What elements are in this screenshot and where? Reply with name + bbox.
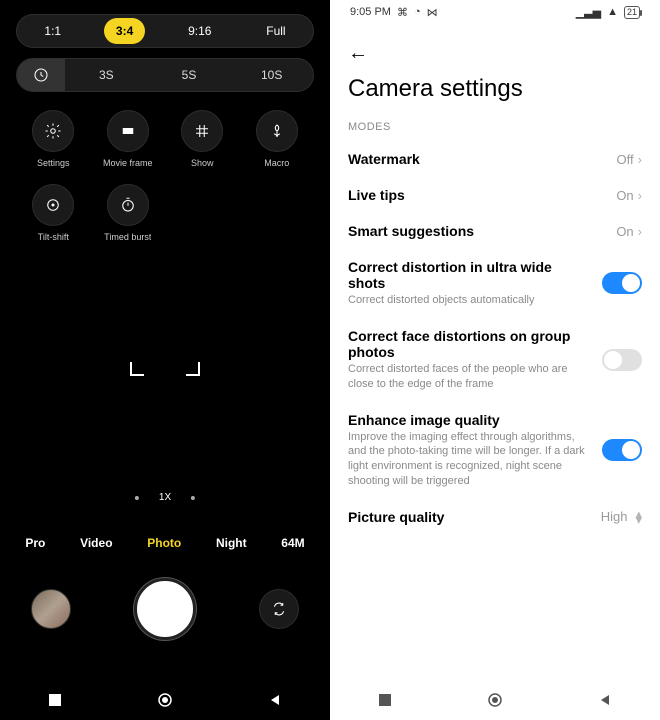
quick-label: Movie frame: [103, 158, 153, 168]
row-subtitle: Correct distorted faces of the people wh…: [348, 362, 592, 392]
quick-label: Macro: [264, 158, 289, 168]
signal-icon: ▁▃▅: [576, 6, 601, 19]
chevron-right-icon: ›: [638, 188, 642, 203]
nav-recent-icon[interactable]: [378, 693, 392, 707]
nav-home-icon[interactable]: [487, 692, 503, 708]
page-title: Camera settings: [330, 73, 660, 115]
nav-recent-icon[interactable]: [48, 693, 62, 707]
mode-selector[interactable]: Pro Video Photo Night 64M: [0, 536, 330, 550]
camera-app: 1:1 3:4 9:16 Full 3S 5S 10S Settings Mov…: [0, 0, 330, 720]
system-nav: [0, 680, 330, 720]
row-title: Watermark: [348, 151, 607, 167]
row-title: Picture quality: [348, 509, 591, 525]
row-value: On: [616, 188, 633, 203]
nav-back-icon[interactable]: [268, 693, 282, 707]
section-header: MODES: [330, 115, 660, 141]
row-title: Enhance image quality: [348, 412, 592, 428]
aspect-3-4[interactable]: 3:4: [104, 18, 145, 44]
zoom-wide-dot[interactable]: [135, 496, 139, 500]
focus-indicator: [130, 362, 200, 392]
timer-3s[interactable]: 3S: [65, 68, 148, 82]
zoom-value[interactable]: 1X: [159, 492, 171, 503]
swap-camera-icon: [270, 600, 288, 618]
settings-app: 9:05 PM ⌘ ◔ ⋈ ▁▃▅ ▲ 21 ← Camera settings…: [330, 0, 660, 720]
toggle-face[interactable]: [602, 349, 642, 371]
alarm-icon: ◔: [414, 6, 421, 18]
row-enhance[interactable]: Enhance image quality Improve the imagin…: [330, 402, 660, 499]
quick-settings[interactable]: Settings: [16, 110, 91, 168]
wifi-icon: ▲: [607, 6, 618, 18]
quick-movieframe[interactable]: Movie frame: [91, 110, 166, 168]
grid-icon: [193, 122, 211, 140]
nav-back-icon[interactable]: [598, 693, 612, 707]
row-title: Live tips: [348, 187, 606, 203]
timedburst-icon: [119, 196, 137, 214]
quick-timedburst[interactable]: Timed burst: [91, 184, 166, 242]
row-title: Smart suggestions: [348, 223, 606, 239]
sort-icon: ▴▾: [635, 511, 642, 523]
row-subtitle: Correct distorted objects automatically: [348, 293, 592, 308]
mode-photo[interactable]: Photo: [147, 536, 181, 550]
row-value: On: [616, 224, 633, 239]
toggle-wide[interactable]: [602, 272, 642, 294]
nav-home-icon[interactable]: [157, 692, 173, 708]
zoom-selector[interactable]: 1X: [135, 492, 195, 503]
mode-video[interactable]: Video: [80, 536, 112, 550]
row-livetips[interactable]: Live tips On ›: [330, 177, 660, 213]
row-value: High: [601, 509, 628, 524]
mode-night[interactable]: Night: [216, 536, 247, 550]
macro-icon: [268, 122, 286, 140]
switch-camera-button[interactable]: [259, 589, 299, 629]
aspect-1-1[interactable]: 1:1: [32, 18, 73, 44]
toggle-enhance[interactable]: [602, 439, 642, 461]
timer-5s[interactable]: 5S: [148, 68, 231, 82]
shutter-row: [0, 578, 330, 640]
quick-label: Timed burst: [104, 232, 151, 242]
row-smart[interactable]: Smart suggestions On ›: [330, 213, 660, 249]
row-face-distortion[interactable]: Correct face distortions on group photos…: [330, 318, 660, 402]
quick-gridlines[interactable]: Show: [165, 110, 240, 168]
row-watermark[interactable]: Watermark Off ›: [330, 141, 660, 177]
mode-64m[interactable]: 64M: [281, 536, 304, 550]
quick-label: Tilt-shift: [38, 232, 69, 242]
chevron-right-icon: ›: [638, 224, 642, 239]
quick-macro[interactable]: Macro: [240, 110, 315, 168]
gear-icon: [44, 122, 62, 140]
gallery-thumbnail[interactable]: [31, 589, 71, 629]
battery-icon: 21: [624, 6, 640, 19]
tiltshift-icon: [44, 196, 62, 214]
system-nav: [330, 680, 660, 720]
aspect-9-16[interactable]: 9:16: [176, 18, 223, 44]
aspect-ratio-selector[interactable]: 1:1 3:4 9:16 Full: [16, 14, 314, 48]
game-icon: ⌘: [397, 6, 408, 19]
back-button[interactable]: ←: [348, 42, 368, 64]
status-time: 9:05 PM: [350, 6, 391, 18]
quick-label: Show: [191, 158, 214, 168]
timer-icon[interactable]: [17, 58, 65, 92]
row-subtitle: Improve the imaging effect through algor…: [348, 430, 592, 489]
timer-10s[interactable]: 10S: [230, 68, 313, 82]
row-value: Off: [617, 152, 634, 167]
movieframe-icon: [119, 122, 137, 140]
quick-tiltshift[interactable]: Tilt-shift: [16, 184, 91, 242]
cast-icon: ⋈: [427, 6, 438, 19]
row-picture-quality[interactable]: Picture quality High ▴▾: [330, 499, 660, 535]
row-title: Correct face distortions on group photos: [348, 328, 592, 360]
zoom-tele-dot[interactable]: [191, 496, 195, 500]
quick-actions: Settings Movie frame Show Macro Tilt-shi…: [16, 110, 314, 242]
row-wide-distortion[interactable]: Correct distortion in ultra wide shots C…: [330, 249, 660, 318]
status-bar: 9:05 PM ⌘ ◔ ⋈ ▁▃▅ ▲ 21: [330, 0, 660, 24]
timer-selector[interactable]: 3S 5S 10S: [16, 58, 314, 92]
shutter-button[interactable]: [134, 578, 196, 640]
chevron-right-icon: ›: [638, 152, 642, 167]
aspect-full[interactable]: Full: [254, 18, 297, 44]
row-title: Correct distortion in ultra wide shots: [348, 259, 592, 291]
mode-pro[interactable]: Pro: [25, 536, 45, 550]
quick-label: Settings: [37, 158, 70, 168]
